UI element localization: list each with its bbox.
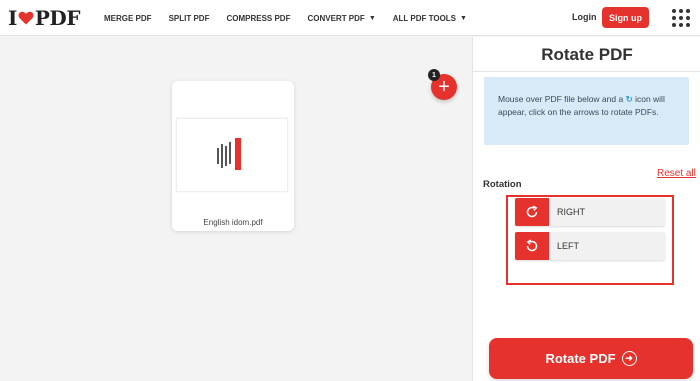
heart-icon (18, 11, 34, 25)
rotate-right-button[interactable]: RIGHT (515, 198, 665, 226)
tool-title: Rotate PDF (541, 45, 633, 64)
rotate-pdf-label: Rotate PDF (545, 351, 616, 366)
rotate-hint-icon: ↻ (625, 94, 633, 104)
caret-down-icon: ▼ (368, 14, 376, 22)
nav-compress-pdf[interactable]: COMPRESS PDF (226, 14, 290, 23)
caret-down-icon: ▼ (460, 14, 467, 22)
info-box: Mouse over PDF file below and a ↻ icon w… (484, 77, 689, 145)
nav-all-pdf-tools[interactable]: ALL PDF TOOLS ▼ (393, 14, 467, 23)
file-name: English idom.pdf (203, 218, 263, 227)
info-text: Mouse over PDF file below and a (498, 94, 624, 104)
rotated-page-preview (215, 138, 243, 174)
reset-all-link[interactable]: Reset all (657, 168, 696, 179)
options-sidebar: Rotate PDF Mouse over PDF file below and… (472, 37, 700, 381)
signup-button[interactable]: Sign up (602, 7, 649, 28)
login-link[interactable]: Login (572, 12, 597, 22)
ilovepdf-logo[interactable]: I PDF (8, 6, 80, 30)
rotation-label: Rotation (483, 179, 522, 190)
rotate-right-icon (515, 198, 549, 226)
rotate-left-icon (515, 232, 549, 260)
rotate-right-label: RIGHT (557, 207, 585, 217)
logo-letter-i: I (8, 6, 17, 30)
nav-label: COMPRESS PDF (226, 13, 291, 23)
nav-label: SPLIT PDF (168, 13, 210, 23)
nav-convert-pdf[interactable]: CONVERT PDF ▼ (307, 14, 375, 23)
nav-label: CONVERT PDF (307, 13, 365, 23)
nav-merge-pdf[interactable]: MERGE PDF (104, 14, 152, 23)
arrow-right-icon: ➜ (621, 351, 637, 366)
file-count-badge: 1 (428, 69, 440, 81)
nav-label: MERGE PDF (104, 13, 152, 23)
rotate-left-label: LEFT (557, 241, 580, 251)
file-workspace: English idom.pdf + 1 (0, 37, 472, 381)
divider (473, 71, 700, 72)
apps-grid-icon[interactable] (672, 9, 690, 27)
pdf-thumbnail (176, 118, 288, 192)
pdf-file-card[interactable]: English idom.pdf (172, 81, 294, 231)
rotate-pdf-button[interactable]: Rotate PDF ➜ (489, 338, 693, 379)
main-nav: MERGE PDF SPLIT PDF COMPRESS PDF CONVERT… (104, 0, 484, 36)
top-bar: I PDF MERGE PDF SPLIT PDF COMPRESS PDF C… (0, 0, 700, 36)
nav-split-pdf[interactable]: SPLIT PDF (169, 14, 210, 23)
rotate-left-button[interactable]: LEFT (515, 232, 665, 260)
logo-letters-pdf: PDF (34, 6, 81, 30)
nav-label: ALL PDF TOOLS (392, 13, 457, 23)
